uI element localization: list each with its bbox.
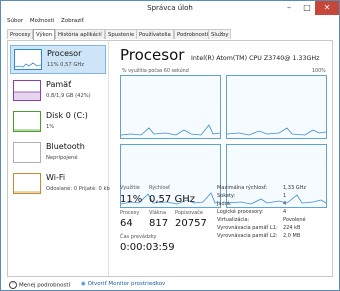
tab-details[interactable]: Podrobnosti xyxy=(174,29,212,39)
graph-label: % využitia počas 60 sekúnd xyxy=(122,69,189,74)
resource-name: Wi-Fi xyxy=(46,173,66,182)
speed-label: Rýchlosť xyxy=(149,185,171,191)
less-details-label: Menej podrobností xyxy=(19,282,71,289)
resource-name: Pamäť xyxy=(46,80,72,89)
cpu-detail-panel: Procesor Intel(R) Atom(TM) CPU Z3740@ 1.… xyxy=(116,41,332,276)
detail-key: Logické procesory: xyxy=(217,209,264,215)
tab-processes[interactable]: Procesy xyxy=(7,29,34,39)
detail-key: Sokety: xyxy=(217,193,236,199)
maximize-button[interactable]: □ xyxy=(299,1,315,15)
threads-value: 817 xyxy=(149,218,169,229)
detail-value: 2,0 MB xyxy=(283,233,301,239)
tab-users[interactable]: Používatelia xyxy=(136,29,174,39)
disk-thumbnail xyxy=(13,111,41,132)
cpu-model: Intel(R) Atom(TM) CPU Z3740@ 1.33GHz xyxy=(191,55,320,62)
graph-max-label: 100% xyxy=(312,69,326,74)
memory-thumbnail xyxy=(13,80,41,101)
less-details-button[interactable]: ˄ Menej podrobností xyxy=(9,281,70,289)
utilization-value: 11% xyxy=(120,194,143,205)
footer: ˄ Menej podrobností ◉ Otvoriť Monitor pro… xyxy=(1,278,339,290)
utilization-label: Využitie xyxy=(120,185,140,191)
handles-value: 20757 xyxy=(175,218,207,229)
detail-key: Vyrovnávacia pamäť L1: xyxy=(217,225,278,231)
resource-item-bluetooth[interactable]: Bluetooth Nepripojené xyxy=(10,139,106,168)
tab-app-history[interactable]: História aplikácií xyxy=(55,29,105,39)
resource-detail: 0,8/1,9 GB (42%) xyxy=(46,93,91,99)
performance-content: Procesor 11% 0,57 GHz Pamäť 0,8/1,9 GB (… xyxy=(7,40,333,277)
resource-name: Bluetooth xyxy=(46,142,85,151)
menu-file[interactable]: Súbor xyxy=(7,18,23,24)
detail-value: 4 xyxy=(283,209,287,215)
bluetooth-thumbnail xyxy=(13,142,41,163)
resource-name: Procesor xyxy=(47,49,82,58)
speed-value: 0,57 GHz xyxy=(149,194,195,205)
detail-key: Vyrovnávacia pamäť L2: xyxy=(217,233,278,239)
processes-value: 64 xyxy=(120,218,133,229)
resource-item-memory[interactable]: Pamäť 0,8/1,9 GB (42%) xyxy=(10,77,106,106)
page-title: Procesor xyxy=(120,46,185,64)
tab-services[interactable]: Služby xyxy=(208,29,232,39)
resource-monitor-link[interactable]: ◉ Otvoriť Monitor prostriedkov xyxy=(81,281,165,287)
title-bar: Správca úloh – □ ✕ xyxy=(1,1,339,17)
resource-list: Procesor 11% 0,57 GHz Pamäť 0,8/1,9 GB (… xyxy=(8,41,110,276)
cpu-thumbnail xyxy=(14,49,42,70)
detail-value: Povolené xyxy=(283,217,306,223)
close-button[interactable]: ✕ xyxy=(315,1,339,15)
resource-monitor-icon: ◉ xyxy=(81,281,86,287)
menu-options[interactable]: Možnosti xyxy=(30,18,54,24)
uptime-label: Čas prevádzky xyxy=(120,234,157,240)
threads-label: Vlákna xyxy=(149,210,167,216)
core-graph xyxy=(226,75,327,139)
processes-label: Procesy xyxy=(120,210,140,216)
wifi-thumbnail xyxy=(13,173,41,194)
resource-name: Disk 0 (C:) xyxy=(46,111,88,120)
detail-key: Jadrá: xyxy=(217,201,232,207)
menu-view[interactable]: Zobraziť xyxy=(61,18,84,24)
resource-detail: Nepripojené xyxy=(46,155,78,161)
handles-label: Popisovače xyxy=(175,210,203,216)
detail-value: 1 xyxy=(283,193,287,199)
resource-item-wifi[interactable]: Wi-Fi Odoslané: 0 Prijaté: 0 kb xyxy=(10,170,110,199)
resource-detail: 11% 0,57 GHz xyxy=(47,62,85,68)
resource-detail: 1% xyxy=(46,124,55,130)
chevron-up-icon: ˄ xyxy=(9,281,17,289)
resource-monitor-label: Otvoriť Monitor prostriedkov xyxy=(87,281,166,287)
detail-value: 1,33 GHz xyxy=(283,185,306,191)
menu-bar: Súbor Možnosti Zobraziť xyxy=(7,18,89,27)
core-graph xyxy=(120,75,221,139)
resource-item-cpu[interactable]: Procesor 11% 0,57 GHz xyxy=(10,45,106,74)
minimize-button[interactable]: – xyxy=(281,1,297,15)
task-manager-window: Správca úloh – □ ✕ Súbor Možnosti Zobraz… xyxy=(0,0,340,291)
resource-item-disk[interactable]: Disk 0 (C:) 1% xyxy=(10,108,106,137)
tab-performance[interactable]: Výkon xyxy=(33,29,56,40)
tab-startup[interactable]: Spustenie xyxy=(105,29,138,39)
resource-detail: Odoslané: 0 Prijaté: 0 kb xyxy=(46,186,110,192)
detail-key: Virtualizácia: xyxy=(217,217,250,223)
detail-value: 224 kB xyxy=(283,225,301,231)
core-graph xyxy=(226,144,327,208)
uptime-value: 0:00:03:59 xyxy=(120,242,175,253)
detail-value: 4 xyxy=(283,201,287,207)
detail-key: Maximálna rýchlosť: xyxy=(217,185,268,191)
